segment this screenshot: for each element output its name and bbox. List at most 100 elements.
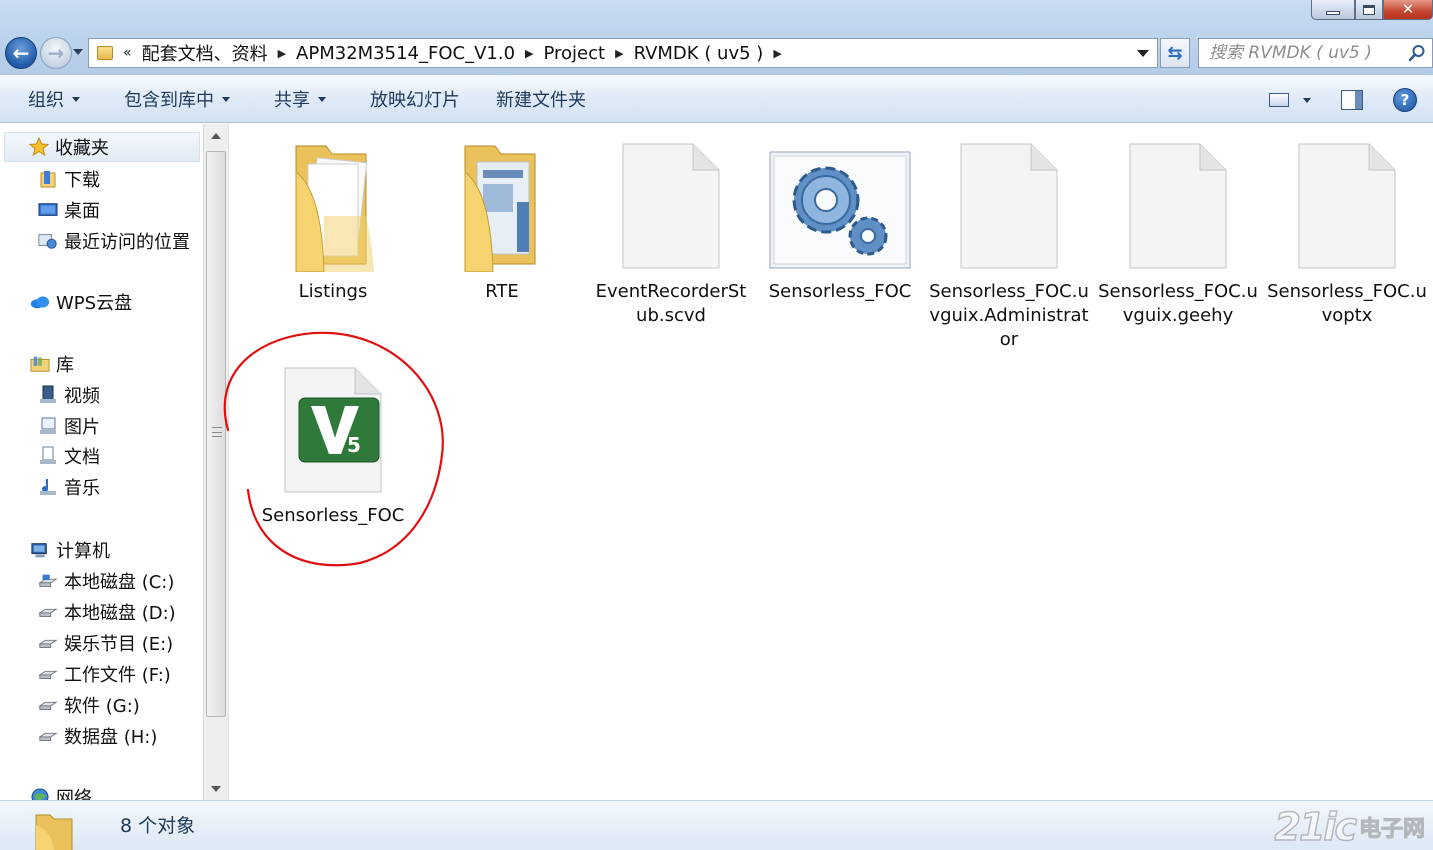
file-item[interactable]: Sensorless_FOC.uvoptx	[1267, 132, 1427, 328]
search-icon[interactable]	[1408, 44, 1426, 62]
nav-item-drive-h[interactable]: 数据盘 (H:)	[0, 721, 157, 751]
window-controls: ✕	[1311, 0, 1433, 20]
blank-file-icon	[1098, 132, 1258, 272]
nav-label: 文档	[64, 447, 100, 468]
nav-item-favorites[interactable]: 收藏夹	[4, 132, 200, 162]
slideshow-button[interactable]: 放映幻灯片	[344, 75, 478, 123]
scroll-up-icon[interactable]	[211, 133, 221, 139]
nav-item-drive-e[interactable]: 娱乐节目 (E:)	[0, 628, 173, 658]
file-item[interactable]: 5 μ Sensorless_FOC	[253, 356, 413, 528]
picture-library-icon	[38, 417, 58, 435]
nav-scrollbar[interactable]	[203, 124, 228, 800]
forward-arrow-icon: →	[47, 41, 65, 65]
nav-item-drive-c[interactable]: 本地磁盘 (C:)	[0, 566, 174, 596]
file-item[interactable]: Sensorless_FOC	[760, 132, 920, 304]
breadcrumb-arrow-icon[interactable]: ▶	[611, 47, 627, 60]
back-arrow-icon: ←	[12, 41, 30, 65]
scroll-down-icon[interactable]	[211, 786, 221, 792]
slideshow-label: 放映幻灯片	[370, 90, 460, 111]
close-icon: ✕	[1401, 0, 1415, 18]
nav-item-pictures[interactable]: 图片	[0, 411, 100, 441]
refresh-icon: ⇆	[1167, 42, 1183, 64]
file-item[interactable]: RTE	[422, 132, 582, 304]
folder-icon	[97, 46, 113, 60]
breadcrumb-item[interactable]: APM32M3514_FOC_V1.0	[290, 43, 521, 64]
site-watermark-logo: 21ic 电子网	[1274, 804, 1426, 850]
svg-text:μ: μ	[329, 406, 339, 422]
maximize-button[interactable]	[1355, 0, 1383, 20]
chevron-down-icon	[222, 96, 230, 102]
nav-label: 工作文件 (F:)	[64, 665, 171, 686]
include-in-library-menu[interactable]: 包含到库中	[98, 75, 248, 123]
nav-item-downloads[interactable]: 下载	[0, 164, 100, 194]
search-box[interactable]	[1198, 38, 1433, 68]
organize-menu[interactable]: 组织	[0, 75, 98, 123]
nav-label: 收藏夹	[55, 138, 109, 159]
chevron-down-icon[interactable]	[1303, 97, 1311, 103]
folder-icon	[35, 814, 73, 850]
gear-settings-icon	[760, 132, 920, 272]
library-icon	[30, 355, 50, 373]
address-dropdown-icon[interactable]	[1137, 50, 1149, 57]
search-input[interactable]	[1199, 43, 1399, 63]
new-folder-label: 新建文件夹	[496, 90, 586, 111]
preview-pane-icon[interactable]	[1341, 90, 1363, 110]
minimize-button[interactable]	[1311, 0, 1355, 20]
nav-item-computer[interactable]: 计算机	[0, 535, 110, 565]
file-item[interactable]: Sensorless_FOC.uvguix.Administrator	[929, 132, 1089, 352]
svg-text:5: 5	[347, 433, 361, 457]
chevron-down-icon	[318, 96, 326, 102]
downloads-folder-icon	[38, 170, 58, 188]
nav-item-videos[interactable]: 视频	[0, 380, 100, 410]
file-list: Listings RTE EventRecorderStub.scvd Sens…	[228, 124, 1433, 800]
nav-label: 视频	[64, 386, 100, 407]
breadcrumb-arrow-icon[interactable]: ▶	[769, 47, 785, 60]
nav-label: 下载	[64, 170, 100, 191]
nav-item-wps-cloud[interactable]: WPS云盘	[0, 287, 132, 317]
breadcrumb-item[interactable]: Project	[538, 43, 612, 64]
blank-file-icon	[591, 132, 751, 272]
breadcrumb-item[interactable]: RVMDK ( uv5 )	[628, 43, 770, 64]
help-icon[interactable]: ?	[1393, 88, 1417, 112]
breadcrumb-arrow-icon[interactable]: ▶	[521, 47, 537, 60]
nav-item-documents[interactable]: 文档	[0, 441, 100, 471]
hard-drive-icon	[38, 696, 58, 714]
nav-label: 最近访问的位置	[64, 232, 190, 253]
star-icon	[29, 137, 49, 157]
address-bar[interactable]: « 配套文档、资料 ▶ APM32M3514_FOC_V1.0 ▶ Projec…	[88, 38, 1158, 68]
refresh-button[interactable]: ⇆	[1160, 38, 1190, 68]
back-button[interactable]: ←	[5, 37, 37, 69]
breadcrumb-overflow[interactable]: «	[113, 45, 136, 61]
nav-item-desktop[interactable]: 桌面	[0, 195, 100, 225]
nav-item-network[interactable]: 网络	[0, 782, 92, 800]
nav-label: 本地磁盘 (C:)	[64, 572, 175, 593]
nav-item-music[interactable]: 音乐	[0, 472, 100, 502]
file-item[interactable]: Sensorless_FOC.uvguix.geehy	[1098, 132, 1258, 328]
breadcrumb-item[interactable]: 配套文档、资料	[136, 40, 274, 66]
nav-item-recent-places[interactable]: 最近访问的位置	[0, 226, 190, 256]
recent-pages-dropdown[interactable]	[73, 49, 83, 55]
hard-drive-icon	[38, 665, 58, 683]
share-menu[interactable]: 共享	[248, 75, 344, 123]
file-name: Sensorless_FOC	[261, 505, 405, 526]
watermark-text: 21ic	[1274, 804, 1358, 850]
file-name: Listings	[298, 281, 368, 302]
command-toolbar: 组织 包含到库中 共享 放映幻灯片 新建文件夹 ?	[0, 75, 1433, 123]
nav-item-drive-f[interactable]: 工作文件 (F:)	[0, 659, 171, 689]
nav-item-drive-g[interactable]: 软件 (G:)	[0, 690, 140, 720]
new-folder-button[interactable]: 新建文件夹	[478, 75, 604, 123]
navigation-pane: 收藏夹 下载 桌面 最近访问的位置 WPS云盘 库 视频 图片 文档 音乐 计算…	[0, 124, 203, 800]
file-name: RTE	[485, 281, 519, 302]
nav-label: 本地磁盘 (D:)	[64, 603, 176, 624]
close-button[interactable]: ✕	[1383, 0, 1433, 20]
scrollbar-thumb[interactable]	[206, 151, 226, 717]
nav-item-drive-d[interactable]: 本地磁盘 (D:)	[0, 597, 176, 627]
forward-button[interactable]: →	[40, 37, 72, 69]
file-name: Sensorless_FOC.uvguix.geehy	[1098, 281, 1258, 326]
music-library-icon	[38, 478, 58, 496]
nav-item-libraries[interactable]: 库	[0, 349, 74, 379]
change-view-icon[interactable]	[1269, 93, 1289, 107]
file-item[interactable]: Listings	[253, 132, 413, 304]
breadcrumb-arrow-icon[interactable]: ▶	[274, 47, 290, 60]
file-item[interactable]: EventRecorderStub.scvd	[591, 132, 751, 328]
